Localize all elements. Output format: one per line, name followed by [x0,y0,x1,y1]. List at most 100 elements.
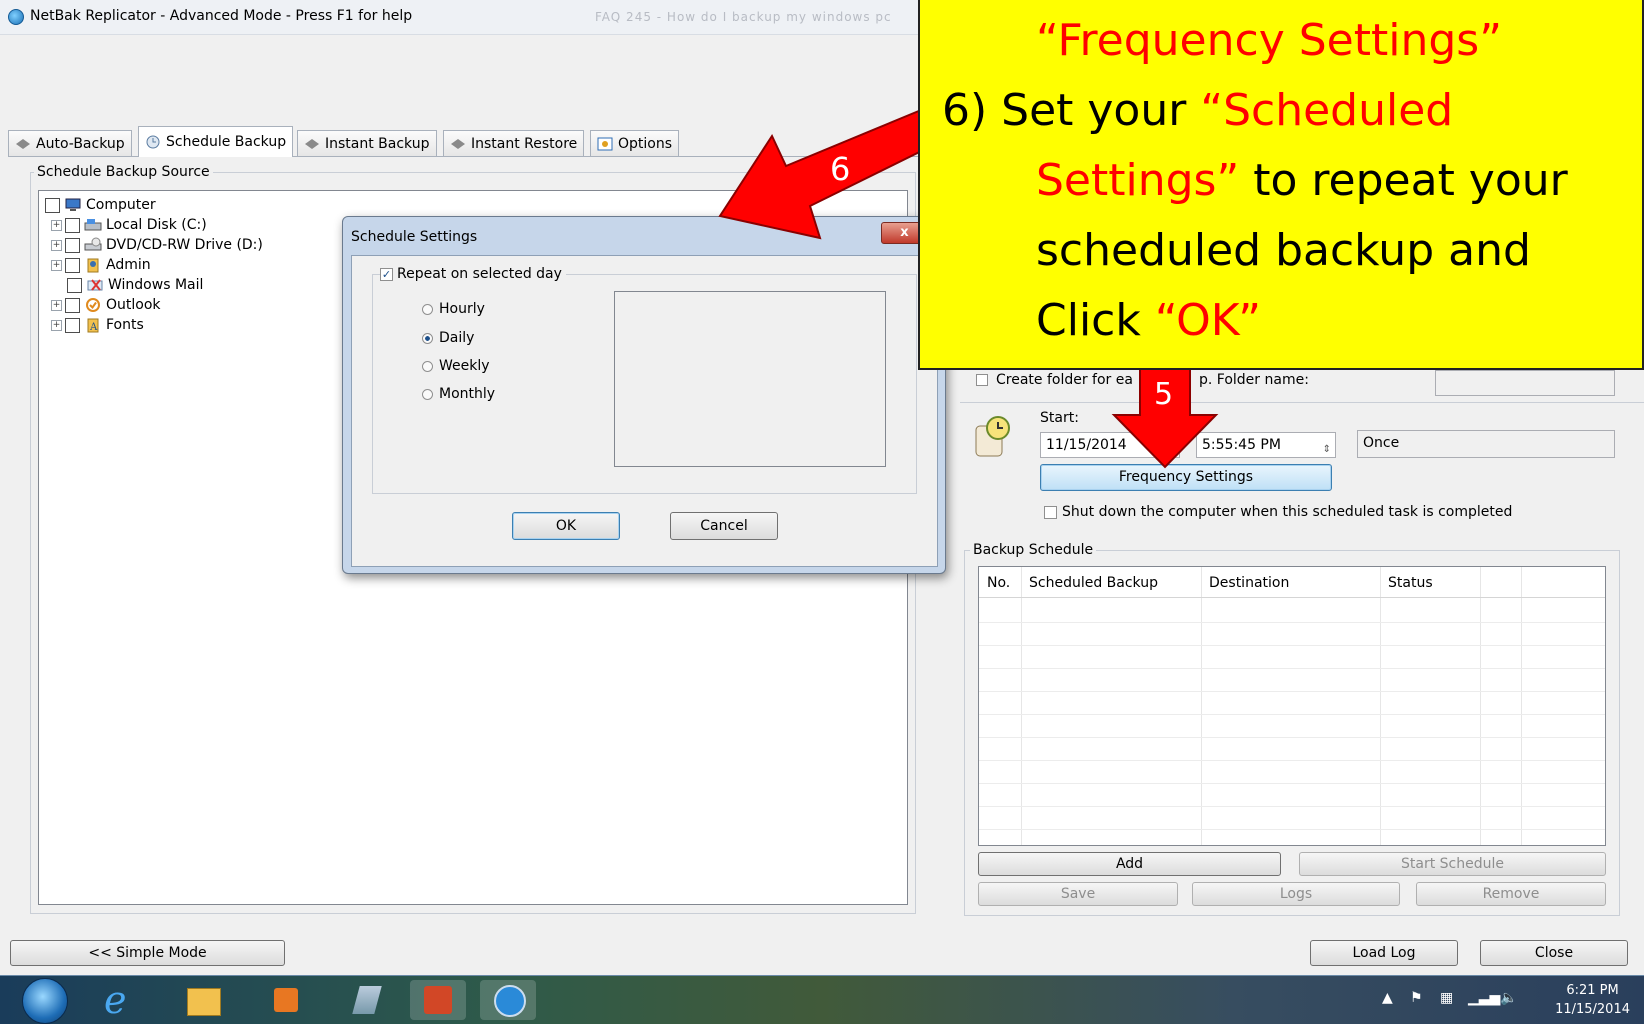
tree-item-outlook[interactable]: + Outlook [51,295,161,315]
radio-weekly[interactable]: Weekly [422,358,490,374]
backup-schedule-table[interactable]: No. Scheduled Backup Destination Status [978,566,1606,846]
logs-button[interactable]: Logs [1192,882,1400,906]
arrow-5-label: 5 [1154,377,1174,412]
col-divider [1521,567,1522,845]
tab-label: Options [618,135,673,152]
create-folder-checkbox[interactable] [976,374,988,386]
app-icon[interactable] [340,980,396,1020]
checkbox[interactable] [45,197,60,213]
source-group-label: Schedule Backup Source [34,164,213,180]
col-divider [1480,567,1481,845]
checkbox[interactable] [65,317,80,333]
checkbox[interactable] [65,257,80,273]
row-line [979,783,1605,784]
network-icon[interactable]: ▦ [1440,990,1453,1006]
tree-item-admin[interactable]: + Admin [51,255,151,275]
expand-icon[interactable]: + [51,319,62,331]
drive-icon [84,219,102,231]
column-header-no[interactable]: No. [987,575,1010,591]
add-button[interactable]: Add [978,852,1281,876]
radio-dot[interactable] [422,303,433,315]
powerpoint-icon[interactable] [410,980,466,1020]
tree-item-label: Outlook [106,297,161,313]
radio-dot[interactable] [422,332,433,344]
expand-icon[interactable]: + [51,259,62,271]
tab-options[interactable]: Options [590,130,680,156]
start-orb[interactable] [22,978,68,1024]
checkbox[interactable] [65,217,80,233]
tree-item-computer[interactable]: Computer [45,195,156,215]
repeat-checkbox[interactable]: ✓ [380,267,393,281]
radio-label: Weekly [439,358,490,374]
clock-time: 6:21 PM [1566,983,1619,998]
simple-mode-button[interactable]: << Simple Mode [10,940,285,966]
folder-name-field[interactable] [1435,370,1615,396]
expand-icon[interactable]: + [51,239,62,251]
radio-dot[interactable] [422,360,433,372]
start-schedule-button[interactable]: Start Schedule [1299,852,1606,876]
signal-icon[interactable]: ▁▃▅ [1468,990,1500,1006]
row-line [979,829,1605,830]
load-log-button[interactable]: Load Log [1310,940,1458,966]
tab-schedule-backup[interactable]: Schedule Backup [138,126,294,157]
radio-label: Hourly [439,301,485,317]
expand-icon[interactable]: + [51,299,62,311]
frequency-display: Once [1357,430,1615,458]
callout-text: “Frequency Settings” [1036,15,1502,66]
callout-text: scheduled backup and [1036,225,1531,276]
radio-hourly[interactable]: Hourly [422,301,485,317]
checkbox[interactable] [65,297,80,313]
tab-instant-restore[interactable]: Instant Restore [443,130,585,156]
radio-daily[interactable]: Daily [422,330,474,346]
column-header-destination[interactable]: Destination [1209,575,1289,591]
tab-label: Schedule Backup [166,134,287,150]
expand-icon[interactable]: + [51,219,62,231]
column-header-status[interactable]: Status [1388,575,1433,591]
show-hidden-icons[interactable]: ▲ [1382,990,1393,1006]
callout-text: 6) Set your [942,85,1201,136]
backup-clock-icon[interactable] [480,980,536,1020]
repeat-checkbox-row[interactable]: ✓ Repeat on selected day [380,266,566,282]
mail-icon [87,279,103,291]
volume-icon[interactable]: 🔈 [1500,990,1517,1006]
radio-dot[interactable] [422,388,433,400]
tab-auto-backup[interactable]: Auto-Backup [8,130,132,156]
checkbox[interactable] [67,277,82,293]
tree-item-fonts[interactable]: + A Fonts [51,315,144,335]
flag-icon[interactable]: ⚑ [1410,990,1423,1006]
shutdown-checkbox[interactable] [1044,506,1057,519]
row-line [979,691,1605,692]
file-explorer-icon[interactable] [175,980,231,1020]
spin-icon[interactable]: ⇕ [1323,438,1331,462]
tree-item-local-disk[interactable]: + Local Disk (C:) [51,215,207,235]
radio-label: Daily [439,330,475,346]
close-button[interactable]: Close [1480,940,1628,966]
tab-label: Instant Backup [325,135,430,152]
media-player-icon[interactable] [258,980,314,1020]
dialog-title: Schedule Settings [351,229,478,245]
callout-line-4: scheduled backup and [1036,216,1531,286]
user-folder-icon [87,258,99,273]
row-line [979,668,1605,669]
netbak-app-icon [8,9,24,25]
callout-text: “Scheduled [1200,85,1454,136]
radio-monthly[interactable]: Monthly [422,386,495,402]
remove-button[interactable]: Remove [1416,882,1606,906]
column-header-scheduled-backup[interactable]: Scheduled Backup [1029,575,1158,591]
tree-item-windows-mail[interactable]: Windows Mail [67,275,203,295]
computer-icon [65,198,81,211]
row-line [979,737,1605,738]
checkbox[interactable] [65,237,80,253]
internet-explorer-icon[interactable]: e [90,978,146,1022]
cancel-button[interactable]: Cancel [670,512,778,540]
save-button[interactable]: Save [978,882,1178,906]
tree-item-dvd-drive[interactable]: + DVD/CD-RW Drive (D:) [51,235,263,255]
day-selection-box[interactable] [614,291,886,467]
system-clock[interactable]: 6:21 PM 11/15/2014 [1555,981,1630,1019]
auto-backup-icon [16,138,30,149]
row-line [979,645,1605,646]
ok-button[interactable]: OK [512,512,620,540]
callout-text: Settings” [1036,155,1240,206]
tab-instant-backup[interactable]: Instant Backup [297,130,437,156]
schedule-settings-dialog: Schedule Settings x ✓ Repeat on selected… [342,216,946,574]
